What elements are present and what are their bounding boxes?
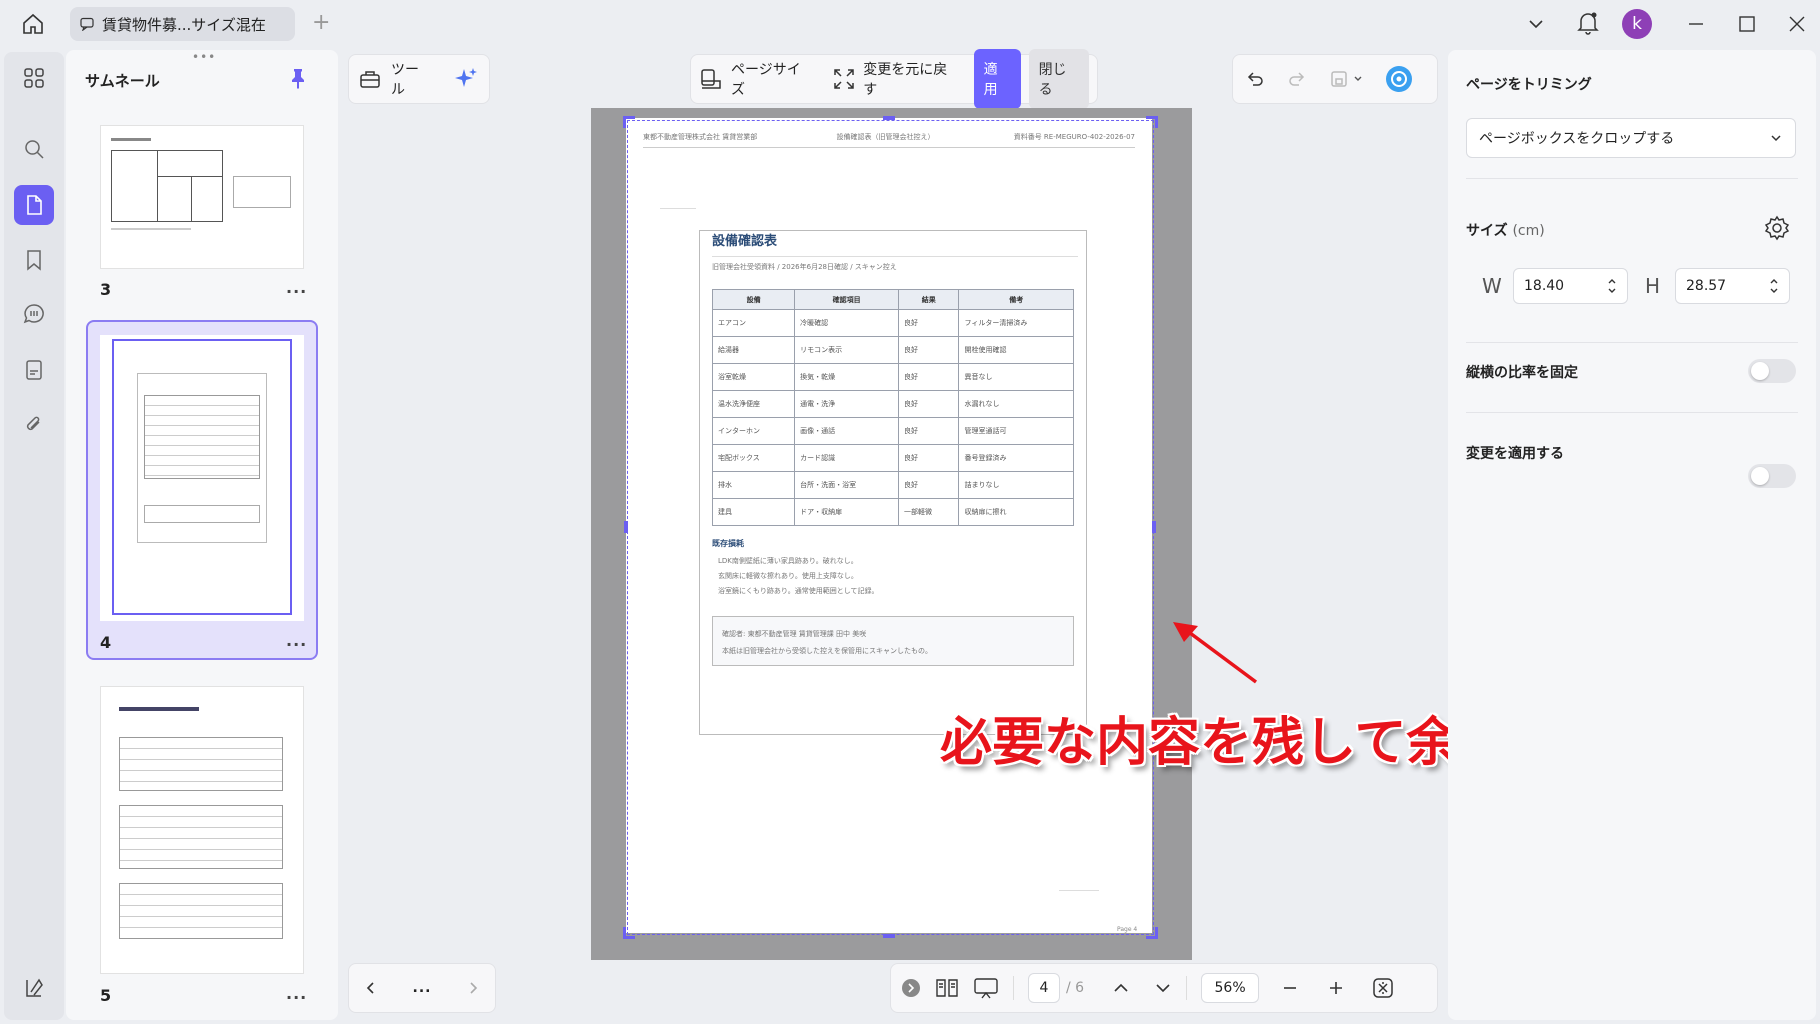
comment-icon bbox=[80, 17, 94, 31]
attachment-icon[interactable] bbox=[14, 404, 54, 444]
thumbnail-number-3: 3 bbox=[100, 280, 112, 299]
thumbnail-number-4: 4 bbox=[100, 633, 112, 652]
thumbnail-page-4[interactable] bbox=[100, 335, 304, 621]
crop-mode-value: ページボックスをクロップする bbox=[1479, 131, 1675, 147]
presentation-icon[interactable] bbox=[973, 977, 999, 999]
zoom-in-icon[interactable] bbox=[1327, 979, 1345, 997]
height-value: 28.57 bbox=[1686, 278, 1727, 294]
page-nav-group: ... bbox=[348, 963, 496, 1013]
page-layout-icon[interactable] bbox=[935, 977, 959, 999]
maximize-icon[interactable] bbox=[1737, 14, 1757, 34]
bookmark-icon[interactable] bbox=[14, 240, 54, 280]
crop-box[interactable] bbox=[627, 120, 1154, 935]
edit-actions-group bbox=[1232, 54, 1438, 104]
apply-button[interactable]: 適用 bbox=[973, 49, 1021, 109]
crop-handle-top[interactable] bbox=[883, 116, 895, 120]
close-crop-button[interactable]: 閉じる bbox=[1028, 49, 1089, 109]
tools-group: ツール bbox=[348, 54, 490, 104]
undo-icon[interactable] bbox=[1245, 69, 1265, 89]
form-icon[interactable] bbox=[14, 350, 54, 390]
size-label-text: サイズ bbox=[1466, 223, 1508, 239]
width-stepper-icon[interactable] bbox=[1607, 277, 1617, 295]
width-input[interactable]: 18.40 bbox=[1513, 268, 1628, 304]
crop-handle-top-left[interactable] bbox=[623, 116, 635, 128]
chevron-down-icon[interactable] bbox=[1526, 14, 1546, 34]
thumbnail-menu-4[interactable]: ... bbox=[286, 631, 307, 650]
crop-handle-left[interactable] bbox=[624, 521, 628, 533]
thumbnail-number-5: 5 bbox=[100, 986, 112, 1005]
search-icon[interactable] bbox=[14, 129, 54, 169]
document-tab-title: 賃貸物件募...サイズ混在 bbox=[102, 15, 266, 34]
chevron-up-icon[interactable] bbox=[1112, 979, 1130, 997]
thumbnail-page-3[interactable] bbox=[100, 125, 304, 269]
crop-handle-bottom-left[interactable] bbox=[623, 927, 635, 939]
zoom-input[interactable]: 56% bbox=[1201, 973, 1260, 1003]
ai-assistant-icon[interactable] bbox=[1385, 65, 1413, 93]
annotation-arrow-icon bbox=[1168, 620, 1268, 688]
width-label: W bbox=[1482, 274, 1502, 298]
crop-handle-right[interactable] bbox=[1152, 521, 1156, 533]
ai-sparkle-icon[interactable] bbox=[453, 66, 479, 92]
save-icon[interactable] bbox=[1329, 69, 1363, 89]
prev-page-icon[interactable] bbox=[363, 980, 379, 996]
crop-handle-bottom[interactable] bbox=[883, 934, 895, 938]
apps-grid-icon[interactable] bbox=[14, 58, 54, 98]
apply-changes-toggle[interactable] bbox=[1748, 464, 1796, 488]
new-tab-button[interactable]: + bbox=[312, 10, 330, 35]
lock-ratio-toggle[interactable] bbox=[1748, 359, 1796, 383]
page-size-button[interactable]: ページサイズ bbox=[731, 59, 811, 99]
toolbox-icon[interactable] bbox=[359, 68, 381, 90]
lock-ratio-label: 縦横の比率を固定 bbox=[1466, 365, 1578, 381]
divider bbox=[1466, 412, 1798, 413]
width-value: 18.40 bbox=[1524, 278, 1565, 294]
divider bbox=[1466, 342, 1798, 343]
revert-button[interactable]: 変更を元に戻す bbox=[863, 59, 957, 99]
chevron-down-page-icon[interactable] bbox=[1154, 979, 1172, 997]
page-icon[interactable] bbox=[14, 185, 54, 225]
avatar[interactable]: k bbox=[1622, 9, 1652, 39]
dropdown-chevron-icon bbox=[1769, 131, 1783, 145]
expand-icon[interactable] bbox=[833, 68, 855, 90]
redo-icon[interactable] bbox=[1287, 69, 1307, 89]
size-unit: (cm) bbox=[1512, 223, 1545, 239]
height-label: H bbox=[1645, 274, 1661, 298]
zoom-out-icon[interactable] bbox=[1281, 979, 1299, 997]
home-icon[interactable] bbox=[20, 11, 46, 37]
thumbnail-page-5[interactable] bbox=[100, 686, 304, 974]
size-label: サイズ (cm) bbox=[1466, 220, 1545, 240]
total-pages: / 6 bbox=[1066, 980, 1085, 996]
comment-list-icon[interactable] bbox=[14, 294, 54, 334]
pin-icon[interactable] bbox=[288, 67, 308, 89]
divider bbox=[1466, 178, 1798, 179]
crop-panel-title: ページをトリミング bbox=[1466, 77, 1592, 93]
page-size-icon[interactable] bbox=[699, 67, 723, 91]
height-stepper-icon[interactable] bbox=[1769, 277, 1779, 295]
thumbnail-menu-5[interactable]: ... bbox=[286, 984, 307, 1003]
crop-mode-dropdown[interactable]: ページボックスをクロップする bbox=[1466, 118, 1796, 158]
collapse-icon[interactable] bbox=[901, 978, 921, 998]
nav-more-button[interactable]: ... bbox=[413, 980, 432, 996]
gear-icon[interactable] bbox=[1764, 215, 1790, 241]
crop-toolbar: ページサイズ 変更を元に戻す 適用 閉じる bbox=[690, 49, 1098, 109]
crop-settings-panel bbox=[1448, 50, 1816, 1020]
minimize-icon[interactable] bbox=[1686, 14, 1706, 34]
thumbnail-menu-3[interactable]: ... bbox=[286, 278, 307, 297]
tools-button[interactable]: ツール bbox=[391, 59, 431, 99]
view-controls-group: 4 / 6 56% bbox=[890, 963, 1438, 1013]
document-tab[interactable]: 賃貸物件募...サイズ混在 bbox=[70, 7, 295, 41]
panel-drag-handle[interactable]: ••• bbox=[192, 50, 216, 64]
height-input[interactable]: 28.57 bbox=[1675, 268, 1790, 304]
fit-page-icon[interactable] bbox=[1371, 976, 1395, 1000]
crop-handle-top-right[interactable] bbox=[1146, 116, 1158, 128]
close-icon[interactable] bbox=[1787, 14, 1807, 34]
thumbnail-panel-title: サムネール bbox=[85, 72, 160, 90]
apply-changes-label: 変更を適用する bbox=[1466, 446, 1564, 462]
crop-handle-bottom-right[interactable] bbox=[1146, 927, 1158, 939]
layers-icon[interactable] bbox=[14, 968, 54, 1008]
bell-icon[interactable] bbox=[1577, 11, 1599, 35]
current-page-input[interactable]: 4 bbox=[1028, 973, 1060, 1003]
next-page-icon[interactable] bbox=[465, 980, 481, 996]
